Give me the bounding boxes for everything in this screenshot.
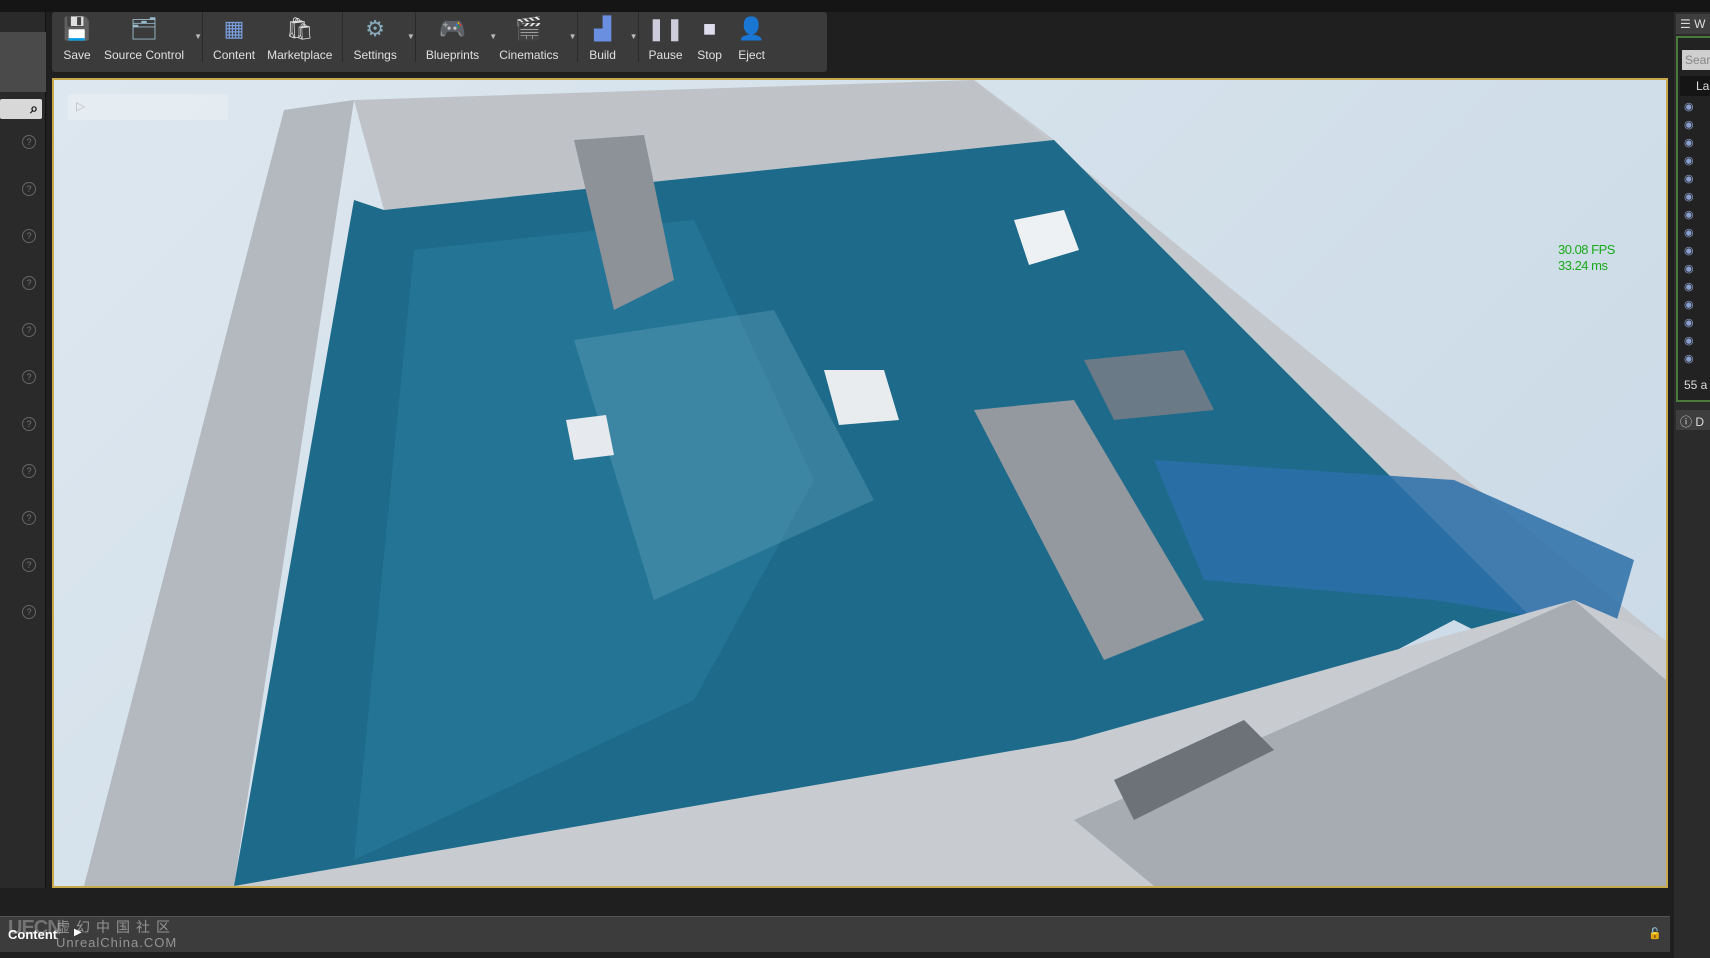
blueprint-gamepad-icon: 🎮 — [438, 16, 467, 41]
source-control-icon: 🗂 — [130, 16, 158, 41]
stop-button[interactable]: ■ Stop — [689, 8, 731, 62]
scene-render — [84, 80, 1666, 886]
pause-button[interactable]: ❚❚ Pause — [643, 8, 689, 62]
divider — [576, 12, 578, 62]
floppy-disk-icon: 💾 — [63, 16, 91, 41]
build-button[interactable]: ▟ Build ▼ — [582, 8, 637, 62]
eye-icon[interactable]: ◉ — [1684, 280, 1694, 293]
clapperboard-icon: 🎬 — [515, 16, 543, 41]
right-panel: ☰ W Sear La ◉ ◉ ◉ ◉ ◉ ◉ ◉ ◉ ◉ ◉ ◉ ◉ ◉ ◉ … — [1674, 12, 1710, 958]
help-icon[interactable]: ? — [22, 229, 36, 243]
help-icon[interactable]: ? — [22, 464, 36, 478]
help-icon[interactable]: ? — [22, 135, 36, 149]
eye-icon[interactable]: ◉ — [1684, 190, 1694, 203]
help-icon[interactable]: ? — [22, 182, 36, 196]
marketplace-bag-icon: 🛍 — [285, 16, 314, 41]
eject-person-icon: 👤 — [737, 16, 766, 41]
divider — [637, 12, 639, 62]
info-icon: ⓘ — [1680, 415, 1693, 429]
content-browser-bar: UECN 虚幻中国社区 UnrealChina.COM Content ▶ 🔓 — [0, 916, 1670, 952]
help-icon[interactable]: ? — [22, 370, 36, 384]
eye-icon[interactable]: ◉ — [1684, 226, 1694, 239]
stop-icon: ■ — [702, 16, 717, 41]
search-icon: ⌕ — [30, 100, 38, 116]
divider — [202, 12, 204, 62]
chevron-right-icon[interactable]: ▶ — [74, 927, 82, 938]
save-button[interactable]: 💾 Save — [56, 8, 98, 62]
settings-button[interactable]: ⚙ Settings ▼ — [347, 8, 414, 62]
help-icon[interactable]: ? — [22, 276, 36, 290]
search-input[interactable]: ⌕ — [0, 99, 42, 119]
eye-icon[interactable]: ◉ — [1684, 298, 1694, 311]
marketplace-button[interactable]: 🛍 Marketplace — [261, 8, 338, 62]
eye-icon[interactable]: ◉ — [1684, 262, 1694, 275]
divider — [342, 12, 344, 62]
chevron-down-icon[interactable]: ▼ — [407, 32, 415, 41]
tab-details[interactable]: ⓘ D — [1676, 410, 1710, 430]
divider — [414, 12, 416, 62]
build-blocks-icon: ▟ — [594, 16, 611, 41]
fps-value: 30.08 FPS — [1558, 242, 1615, 257]
help-icon[interactable]: ? — [22, 417, 36, 431]
eye-icon[interactable]: ◉ — [1684, 244, 1694, 257]
main-toolbar: 💾 Save 🗂 Source Control ▼ ▦ Content 🛍 Marketp… — [52, 12, 827, 72]
fps-stats: 30.08 FPS 33.24 ms — [1558, 242, 1615, 274]
eye-icon[interactable]: ◉ — [1684, 100, 1694, 113]
cube — [566, 415, 614, 460]
eye-icon[interactable]: ◉ — [1684, 136, 1694, 149]
viewport-options-menu[interactable]: ▷ — [68, 94, 228, 120]
help-icon[interactable]: ? — [22, 511, 36, 525]
cinematics-button[interactable]: 🎬 Cinematics ▼ — [493, 8, 576, 62]
eye-icon[interactable]: ◉ — [1684, 208, 1694, 221]
help-icon[interactable]: ? — [22, 605, 36, 619]
eye-icon[interactable]: ◉ — [1684, 352, 1694, 365]
actor-count: 55 a — [1684, 378, 1708, 392]
pause-icon: ❚❚ — [647, 16, 684, 41]
level-viewport[interactable]: ▷ 30.08 FPS 33.24 ms — [52, 78, 1668, 888]
content-button[interactable]: ▦ Content — [207, 8, 261, 62]
chevron-down-icon[interactable]: ▼ — [630, 32, 638, 41]
eject-button[interactable]: 👤 Eject — [731, 8, 773, 62]
source-control-button[interactable]: 🗂 Source Control ▼ — [98, 8, 202, 62]
content-grid-icon: ▦ — [223, 16, 245, 41]
frame-time-value: 33.24 ms — [1558, 258, 1608, 273]
eye-icon[interactable]: ◉ — [1684, 334, 1694, 347]
help-icon[interactable]: ? — [22, 558, 36, 572]
outliner-search-input[interactable]: Sear — [1682, 50, 1710, 70]
world-outliner: Sear La ◉ ◉ ◉ ◉ ◉ ◉ ◉ ◉ ◉ ◉ ◉ ◉ ◉ ◉ ◉ 55… — [1676, 36, 1710, 402]
left-panel-header — [0, 32, 46, 92]
help-icon[interactable]: ? — [22, 323, 36, 337]
eye-icon[interactable]: ◉ — [1684, 172, 1694, 185]
content-drawer-button[interactable]: Content — [8, 927, 57, 942]
eye-icon[interactable]: ◉ — [1684, 118, 1694, 131]
column-header-label[interactable]: La — [1680, 76, 1710, 96]
eye-icon[interactable]: ◉ — [1684, 154, 1694, 167]
blueprints-button[interactable]: 🎮 Blueprints ▼ — [420, 8, 497, 62]
eye-icon[interactable]: ◉ — [1684, 316, 1694, 329]
tab-world-outliner[interactable]: ☰ W — [1676, 14, 1710, 34]
lock-icon[interactable]: 🔓 — [1648, 927, 1662, 940]
gear-icon: ⚙ — [365, 16, 385, 41]
chevron-down-icon[interactable]: ▼ — [194, 32, 202, 41]
list-icon: ☰ — [1680, 17, 1691, 31]
chevron-down-icon[interactable]: ▼ — [569, 32, 577, 41]
left-panel: ⌕ ? ? ? ? ? ? ? ? ? ? ? — [0, 12, 46, 888]
